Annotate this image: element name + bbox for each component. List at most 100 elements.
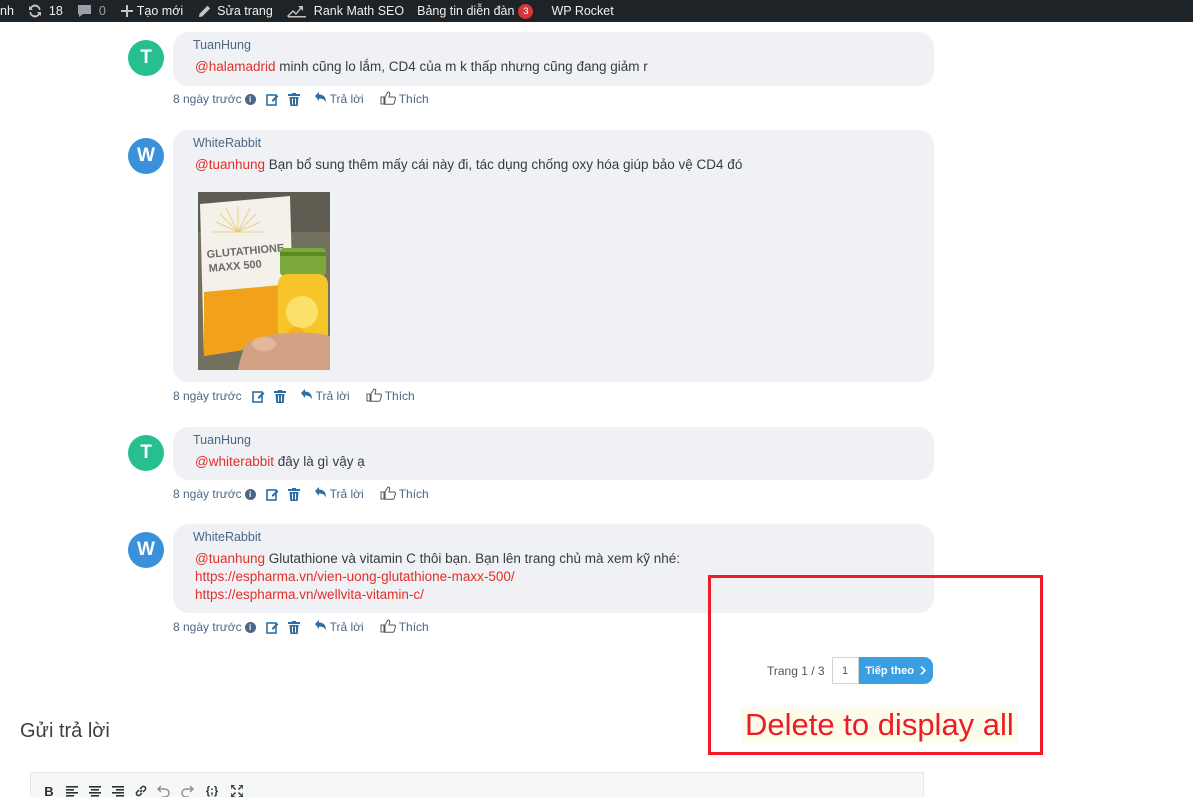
like-button[interactable]: Thích — [380, 90, 429, 108]
comment-text: @whiterabbit đây là gì vậy ạ — [195, 453, 914, 471]
comment-time[interactable]: 8 ngày trước — [173, 487, 242, 501]
info-icon[interactable]: i — [244, 93, 256, 105]
undo-icon[interactable] — [156, 783, 172, 797]
trash-icon[interactable] — [287, 620, 300, 634]
thumbs-up-icon — [380, 618, 397, 636]
reply-button[interactable]: Trả lời — [314, 92, 364, 106]
thumbs-up-icon — [366, 387, 383, 405]
like-label: Thích — [398, 92, 429, 106]
reply-label: Trả lời — [329, 92, 364, 106]
like-button[interactable]: Thích — [380, 485, 429, 503]
edit-page-label: Sửa trang — [217, 4, 273, 18]
admin-bar-forum-board[interactable]: Bảng tin diễn đàn 3 — [417, 0, 534, 22]
updates-icon — [27, 3, 43, 19]
reply-label: Trả lời — [329, 487, 364, 501]
comment-actions: 8 ngày trước i Trả lời Thích — [173, 485, 429, 503]
admin-bar-site-name[interactable]: nh — [0, 0, 14, 22]
comment-time[interactable]: 8 ngày trước — [173, 389, 242, 403]
site-name-label: nh — [0, 4, 14, 18]
reply-icon — [314, 487, 327, 501]
trash-icon[interactable] — [273, 389, 286, 403]
comments-count: 0 — [98, 4, 106, 18]
comment-time[interactable]: 8 ngày trước — [173, 620, 242, 634]
edit-icon[interactable] — [251, 390, 265, 403]
pencil-icon — [198, 5, 211, 18]
reply-section-title: Gửi trả lời — [20, 720, 110, 742]
updates-count: 18 — [48, 4, 63, 18]
admin-bar-comments[interactable]: 0 — [77, 0, 106, 22]
align-center-icon[interactable] — [87, 783, 103, 797]
mention-link[interactable]: @tuanhung — [195, 157, 265, 172]
reply-button[interactable]: Trả lời — [314, 487, 364, 501]
like-label: Thích — [398, 620, 429, 634]
comment-bubble: WhiteRabbit @tuanhung Bạn bổ sung thêm m… — [173, 130, 934, 382]
reply-icon — [300, 389, 313, 403]
comment-text: @tuanhung Bạn bổ sung thêm mấy cái này đ… — [195, 156, 914, 174]
admin-bar-new[interactable]: Tạo mới — [120, 0, 184, 22]
redo-icon[interactable] — [179, 783, 195, 797]
bold-icon[interactable]: B — [41, 783, 57, 797]
edit-icon[interactable] — [265, 93, 279, 106]
comment-body: Bạn bổ sung thêm mấy cái này đi, tác dụn… — [265, 157, 743, 172]
mention-link[interactable]: @halamadrid — [195, 59, 276, 74]
like-label: Thích — [384, 389, 415, 403]
align-left-icon[interactable] — [64, 783, 80, 797]
align-right-icon[interactable] — [110, 783, 126, 797]
comment-image[interactable]: GLUTATHIONE MAXX 500 — [198, 192, 330, 370]
comment-body: Glutathione và vitamin C thôi bạn. Bạn l… — [265, 551, 680, 566]
comment-author[interactable]: TuanHung — [193, 38, 914, 52]
comment-author[interactable]: WhiteRabbit — [193, 530, 914, 544]
reply-button[interactable]: Trả lời — [300, 389, 350, 403]
thumbs-up-icon — [380, 90, 397, 108]
comment-actions: 8 ngày trước i Trả lời Thích — [173, 618, 429, 636]
code-block-icon[interactable]: {;} — [202, 783, 222, 797]
reply-label: Trả lời — [329, 620, 364, 634]
comment-actions: 8 ngày trước Trả lời Thích — [173, 387, 415, 405]
thumbs-up-icon — [380, 485, 397, 503]
product-photo: GLUTATHIONE MAXX 500 — [198, 192, 330, 370]
reply-button[interactable]: Trả lời — [314, 620, 364, 634]
annotation-label: Delete to display all — [741, 707, 1018, 743]
wp-rocket-label: WP Rocket — [551, 4, 614, 18]
reply-editor-toolbar: B {;} — [30, 772, 924, 797]
comment-body: minh cũng lo lắm, CD4 của m k thấp nhưng… — [275, 59, 648, 74]
edit-icon[interactable] — [265, 621, 279, 634]
admin-bar-edit-page[interactable]: Sửa trang — [198, 0, 273, 22]
info-icon[interactable]: i — [244, 621, 256, 633]
plus-icon — [120, 5, 133, 17]
comment-bubble: TuanHung @halamadrid minh cũng lo lắm, C… — [173, 32, 934, 86]
comment-bubble: TuanHung @whiterabbit đây là gì vậy ạ — [173, 427, 934, 480]
admin-bar: nh 18 0 Tạo mới Sửa trang Rank Math SEO … — [0, 0, 1193, 22]
forum-board-label: Bảng tin diễn đàn — [417, 4, 515, 18]
admin-bar-rank-math[interactable]: Rank Math SEO — [286, 0, 405, 22]
reply-icon — [314, 620, 327, 634]
like-label: Thích — [398, 487, 429, 501]
info-icon[interactable]: i — [244, 488, 256, 500]
forum-notification-badge: 3 — [518, 3, 534, 19]
like-button[interactable]: Thích — [366, 387, 415, 405]
comment-author[interactable]: WhiteRabbit — [193, 136, 914, 150]
avatar[interactable]: T — [128, 435, 164, 471]
fullscreen-icon[interactable] — [229, 783, 245, 797]
link-icon[interactable] — [133, 783, 149, 797]
admin-bar-updates[interactable]: 18 — [27, 0, 63, 22]
mention-link[interactable]: @tuanhung — [195, 551, 265, 566]
reply-icon — [314, 92, 327, 106]
new-label: Tạo mới — [136, 4, 184, 18]
rank-math-label: Rank Math SEO — [313, 4, 405, 18]
admin-bar-wp-rocket[interactable]: WP Rocket — [551, 0, 613, 22]
comment-time[interactable]: 8 ngày trước — [173, 92, 242, 106]
avatar[interactable]: W — [128, 138, 164, 174]
avatar[interactable]: T — [128, 40, 164, 76]
mention-link[interactable]: @whiterabbit — [195, 454, 274, 469]
rank-math-icon — [286, 5, 307, 18]
edit-icon[interactable] — [265, 488, 279, 501]
like-button[interactable]: Thích — [380, 618, 429, 636]
comment-icon — [77, 4, 92, 18]
trash-icon[interactable] — [287, 92, 300, 106]
comment-author[interactable]: TuanHung — [193, 433, 914, 447]
trash-icon[interactable] — [287, 487, 300, 501]
avatar[interactable]: W — [128, 532, 164, 568]
comment-text: @halamadrid minh cũng lo lắm, CD4 của m … — [195, 58, 914, 76]
comment-body: đây là gì vậy ạ — [274, 454, 365, 469]
